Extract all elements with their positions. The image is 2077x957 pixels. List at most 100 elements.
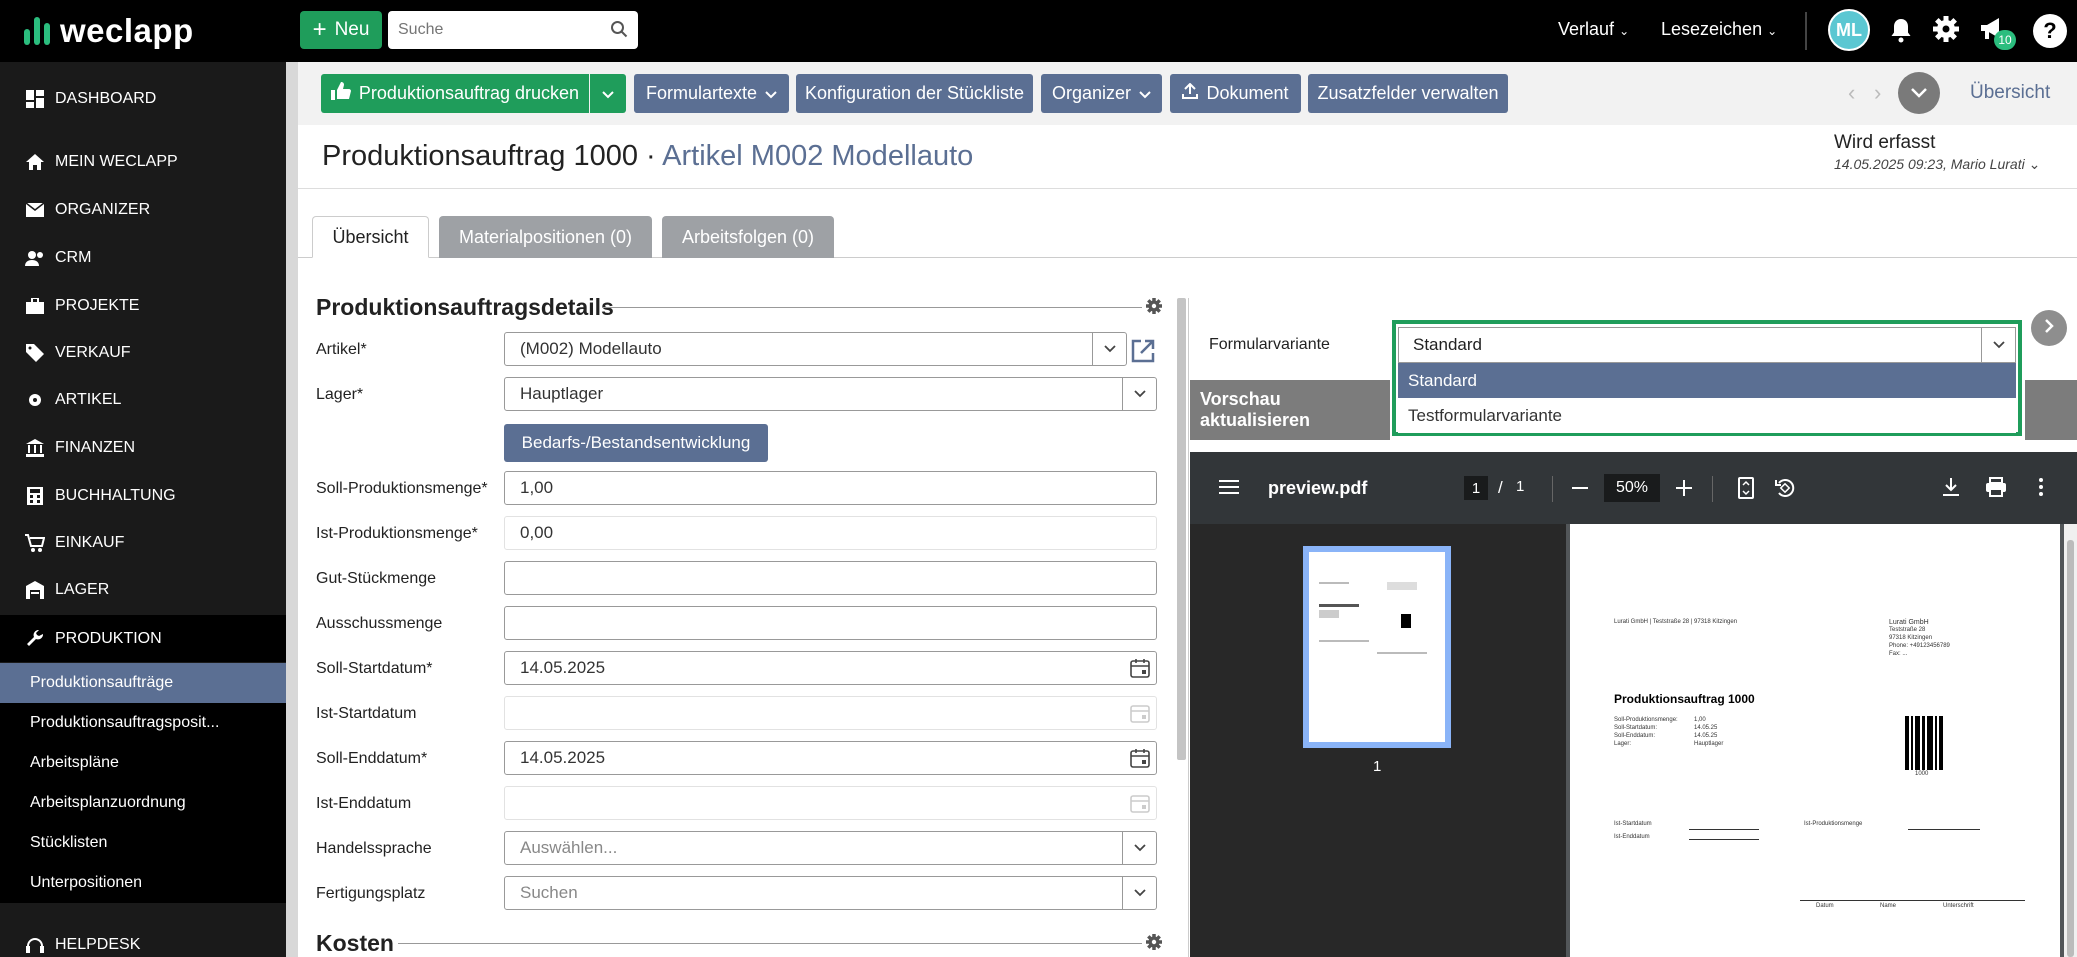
more-actions-dropdown[interactable]	[1898, 72, 1940, 114]
print-production-order-button[interactable]: Produktionsauftrag drucken	[321, 74, 589, 113]
demand-stock-development-button[interactable]: Bedarfs-/Bestandsentwicklung	[504, 424, 768, 462]
sidebar-sub-stuecklisten[interactable]: Stücklisten	[0, 823, 286, 863]
fertigungsplatz-label: Fertigungsplatz	[316, 885, 426, 902]
sidebar-item-organizer[interactable]: ORGANIZER	[0, 188, 286, 232]
sidebar-sub-produktionsauftraege[interactable]: Produktionsaufträge	[0, 663, 286, 703]
help-button[interactable]: ?	[2033, 14, 2067, 48]
sidebar-sub-produktionsauftragspositionen[interactable]: Produktionsauftragsposit...	[0, 703, 286, 743]
previous-record-arrow-icon[interactable]: ‹	[1848, 80, 1855, 106]
rotate-icon[interactable]	[1774, 477, 1796, 499]
sidebar-sub-unterpositionen[interactable]: Unterpositionen	[0, 863, 286, 903]
artikel-select[interactable]: (M002) Modellauto	[504, 332, 1127, 366]
zoom-out-icon[interactable]	[1572, 487, 1588, 489]
sidebar-item-artikel[interactable]: ARTIKEL	[0, 378, 286, 422]
history-menu[interactable]: Verlauf ⌄	[1558, 19, 1629, 40]
ausschussmenge-label: Ausschussmenge	[316, 615, 443, 632]
print-options-dropdown[interactable]	[590, 74, 626, 113]
document-button[interactable]: Dokument	[1170, 74, 1301, 113]
sidebar-item-dashboard[interactable]: DASHBOARD	[0, 77, 286, 121]
manage-extra-fields-button[interactable]: Zusatzfelder verwalten	[1308, 74, 1508, 113]
refresh-preview-button[interactable]: Vorschau aktualisieren	[1190, 380, 1390, 440]
form-variant-option-test[interactable]: Testformularvariante	[1398, 398, 2016, 433]
soll-enddatum-input[interactable]: 14.05.2025	[504, 741, 1157, 775]
user-avatar[interactable]: ML	[1828, 9, 1870, 51]
zoom-in-icon[interactable]	[1676, 480, 1692, 496]
sidebar-item-buchhaltung[interactable]: BUCHHALTUNG	[0, 474, 286, 518]
tab-arbeitsfolgen[interactable]: Arbeitsfolgen (0)	[662, 216, 834, 258]
sidebar-item-mein-weclapp[interactable]: MEIN WECLAPP	[0, 140, 286, 184]
gut-stueckmenge-input[interactable]	[504, 561, 1157, 595]
new-button[interactable]: + Neu	[300, 11, 382, 49]
lager-select[interactable]: Hauptlager	[504, 377, 1157, 411]
soll-enddatum-label: Soll-Enddatum*	[316, 750, 428, 767]
zoom-level[interactable]: 50%	[1604, 474, 1660, 502]
chevron-down-icon[interactable]	[1122, 877, 1156, 909]
pdf-ist-menge-label: Ist-Produktionsmenge	[1804, 821, 1863, 827]
page-number-input[interactable]: 1	[1464, 476, 1488, 500]
sidebar-item-crm[interactable]: CRM	[0, 236, 286, 280]
weclapp-logo[interactable]: weclapp	[24, 12, 194, 50]
soll-startdatum-input[interactable]: 14.05.2025	[504, 651, 1157, 685]
expand-panel-button[interactable]	[2031, 310, 2067, 346]
section-settings-gear-icon[interactable]	[1145, 297, 1163, 315]
thumbnail-page-number: 1	[1373, 758, 1382, 775]
chevron-down-icon[interactable]	[1122, 378, 1156, 410]
ausschussmenge-input[interactable]	[504, 606, 1157, 640]
pdf-row-value: 14.05.25	[1694, 733, 1718, 739]
form-variant-option-standard[interactable]: Standard	[1398, 363, 2016, 398]
article-link[interactable]: Artikel M002 Modellauto	[662, 140, 973, 172]
page-thumbnail[interactable]	[1303, 546, 1451, 748]
fertigungsplatz-select[interactable]: Suchen	[504, 876, 1157, 910]
sidebar-item-verkauf[interactable]: VERKAUF	[0, 331, 286, 375]
preview-bar-end	[2025, 380, 2077, 440]
more-options-icon[interactable]	[2039, 478, 2043, 496]
search-icon[interactable]	[610, 20, 628, 38]
chevron-down-icon[interactable]	[1981, 328, 2015, 362]
calendar-icon[interactable]	[1130, 658, 1150, 678]
bom-configuration-button[interactable]: Konfiguration der Stückliste	[796, 74, 1033, 113]
sidebar-sub-arbeitsplaene[interactable]: Arbeitspläne	[0, 743, 286, 783]
ist-produktionsmenge-value: 0,00	[504, 516, 1157, 550]
organizer-button[interactable]: Organizer	[1041, 74, 1162, 113]
external-link-icon[interactable]	[1130, 338, 1156, 364]
form-scrollbar[interactable]	[1177, 298, 1186, 760]
sidebar-item-finanzen[interactable]: FINANZEN	[0, 426, 286, 470]
search-box[interactable]	[388, 11, 638, 49]
form-variant-label: Formularvariante	[1209, 336, 1330, 353]
tab-uebersicht[interactable]: Übersicht	[312, 216, 429, 258]
next-record-arrow-icon[interactable]: ›	[1874, 80, 1881, 106]
download-icon[interactable]	[1942, 477, 1960, 497]
print-icon[interactable]	[1985, 477, 2007, 497]
calendar-icon	[1130, 705, 1150, 723]
bell-icon[interactable]	[1888, 16, 1914, 44]
menu-icon[interactable]	[1219, 479, 1239, 495]
sidebar-sub-arbeitsplanzuordnung[interactable]: Arbeitsplanzuordnung	[0, 783, 286, 823]
toolbar-divider	[1712, 476, 1713, 502]
calendar-icon[interactable]	[1130, 748, 1150, 768]
sidebar-item-projekte[interactable]: PROJEKTE	[0, 284, 286, 328]
sidebar-item-helpdesk[interactable]: HELPDESK	[0, 923, 286, 957]
fit-page-icon[interactable]	[1738, 477, 1754, 499]
form-variant-select[interactable]: Standard	[1398, 327, 2016, 363]
sidebar-item-einkauf[interactable]: EINKAUF	[0, 521, 286, 565]
chevron-down-icon[interactable]	[1092, 333, 1126, 365]
status-meta[interactable]: 14.05.2025 09:23, Mario Lurati ⌄	[1834, 156, 2040, 173]
gut-stueckmenge-label: Gut-Stückmenge	[316, 570, 437, 587]
sidebar-item-produktion[interactable]: PRODUKTION	[0, 615, 286, 662]
tab-materialpositionen[interactable]: Materialpositionen (0)	[439, 216, 652, 258]
gear-icon[interactable]	[1932, 15, 1960, 43]
overview-link[interactable]: Übersicht	[1970, 82, 2050, 104]
handelssprache-select[interactable]: Auswählen...	[504, 831, 1157, 865]
pdf-row-key: Lager:	[1614, 741, 1632, 747]
form-texts-button[interactable]: Formulartexte	[634, 74, 789, 113]
sidebar-item-lager[interactable]: LAGER	[0, 568, 286, 612]
chevron-down-icon[interactable]	[1122, 832, 1156, 864]
bookmarks-menu[interactable]: Lesezeichen ⌄	[1661, 19, 1777, 40]
pdf-scrollbar[interactable]	[2067, 540, 2074, 957]
section-settings-gear-icon[interactable]	[1145, 933, 1163, 951]
soll-produktionsmenge-input[interactable]: 1,00	[504, 471, 1157, 505]
search-input[interactable]	[388, 11, 638, 49]
details-section-title: Produktionsauftragsdetails	[316, 294, 614, 320]
cart-icon	[25, 534, 45, 552]
ist-produktionsmenge-label: Ist-Produktionsmenge*	[316, 525, 478, 542]
